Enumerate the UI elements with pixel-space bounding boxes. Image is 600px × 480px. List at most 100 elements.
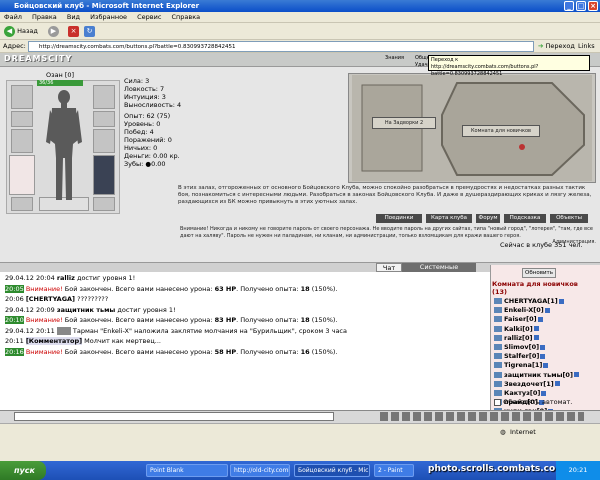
user-item[interactable]: Кактуз[0] — [494, 389, 579, 398]
user-item[interactable]: Kalki[0] — [494, 325, 579, 334]
tab-chat[interactable]: Чат — [376, 263, 402, 272]
user-item[interactable]: защитник тьмы[0] — [494, 371, 579, 380]
chat-author[interactable]: защитник тьмы — [57, 306, 115, 314]
user-name[interactable]: защитник тьмы[0] — [504, 371, 573, 379]
user-name[interactable]: Stalfer[0] — [504, 352, 539, 360]
user-item[interactable]: Faiser[0] — [494, 315, 579, 324]
chat-author[interactable]: [CHERTYAGA] — [26, 295, 75, 303]
private-message-icon[interactable] — [494, 307, 502, 314]
links-button[interactable]: Links — [578, 40, 595, 53]
stop-button[interactable]: × — [68, 25, 79, 38]
start-button[interactable]: пуск — [0, 461, 46, 480]
refresh-button[interactable]: ↻ — [84, 25, 95, 38]
info-icon[interactable] — [573, 372, 579, 378]
info-icon[interactable] — [543, 362, 549, 368]
task-old-city[interactable]: http://old-city.combats — [230, 464, 290, 477]
auto-update-toggle[interactable]: Обновлять автомат. — [494, 398, 572, 406]
character-name[interactable]: Озан [0] — [46, 71, 74, 79]
task-fightclub[interactable]: Бойцовский клуб - Micro... — [294, 464, 370, 477]
boots-slot[interactable] — [93, 197, 115, 211]
user-item[interactable]: Slimov[0] — [494, 343, 579, 352]
forward-button[interactable]: ▶ — [48, 25, 59, 38]
private-message-icon[interactable] — [494, 353, 502, 360]
info-icon[interactable] — [533, 335, 539, 341]
back-button[interactable]: ◀ Назад — [4, 25, 38, 38]
task-paint[interactable]: 2 - Paint — [374, 464, 414, 477]
info-icon[interactable] — [554, 381, 560, 387]
private-message-icon[interactable] — [494, 298, 502, 304]
user-item[interactable]: Звездочет[1] — [494, 380, 579, 389]
auto-update-checkbox[interactable] — [494, 398, 501, 406]
info-icon[interactable] — [537, 316, 543, 322]
ring-slot[interactable] — [93, 111, 115, 127]
nav-map-button[interactable]: Карта клуба — [426, 214, 472, 223]
amulet-slot[interactable] — [11, 111, 33, 127]
earring-slot[interactable] — [93, 85, 115, 109]
user-name[interactable]: Enkeli-X[0] — [504, 306, 544, 314]
map-link-backyard[interactable]: На Задворки 2 — [372, 117, 436, 129]
armor-slot[interactable] — [9, 155, 35, 195]
chat-time[interactable]: 20:05 — [5, 284, 24, 293]
chat-toolbar-icons[interactable] — [380, 412, 584, 421]
private-message-icon[interactable] — [494, 344, 502, 351]
user-item[interactable]: Stalfer[0] — [494, 352, 579, 361]
private-message-icon[interactable] — [494, 316, 502, 323]
map-link-newbie-room[interactable]: Комната для новичков — [462, 125, 540, 137]
address-input[interactable]: http://dreamscity.combats.com/buttons.pl… — [28, 41, 534, 52]
private-message-icon[interactable] — [494, 362, 502, 369]
refresh-users-button[interactable]: Обновить — [522, 268, 556, 278]
tab-system-messages[interactable]: Системные сообщения — [402, 263, 476, 280]
info-icon[interactable] — [533, 326, 539, 332]
user-item[interactable]: Tigrena[1] — [494, 361, 579, 370]
user-name[interactable]: ralliz[0] — [504, 334, 533, 342]
go-button[interactable]: ➔ Переход — [538, 40, 575, 53]
chat-author[interactable]: [Комментатор] — [25, 337, 83, 345]
nav-fights-button[interactable]: Поединки — [376, 214, 422, 223]
menu-help[interactable]: Справка — [172, 13, 201, 21]
private-message-icon[interactable] — [494, 334, 502, 341]
menu-favorites[interactable]: Избранное — [90, 13, 127, 21]
menu-file[interactable]: Файл — [4, 13, 22, 21]
nav-objects-button[interactable]: Объекты — [550, 214, 588, 223]
user-item[interactable]: Enkeli-X[0] — [494, 306, 579, 315]
user-name[interactable]: CHERTYAGA[1] — [504, 297, 558, 305]
menu-edit[interactable]: Правка — [32, 13, 57, 21]
chat-author[interactable]: ralliz — [57, 274, 75, 282]
gloves-slot[interactable] — [93, 129, 115, 153]
chat-time[interactable]: 20:11 — [5, 337, 24, 345]
header-tab-knowledge[interactable]: Знания — [385, 55, 404, 61]
task-point-blank[interactable]: Point Blank — [146, 464, 228, 477]
helmet-slot[interactable] — [11, 85, 33, 109]
user-name[interactable]: Tigrena[1] — [504, 361, 542, 369]
minimize-icon[interactable]: _ — [564, 1, 574, 11]
chat-input[interactable] — [14, 412, 334, 421]
chat-time[interactable]: 20:10 — [5, 316, 24, 324]
menu-tools[interactable]: Сервис — [137, 13, 161, 21]
info-icon[interactable] — [540, 344, 546, 350]
info-icon[interactable] — [541, 390, 547, 396]
private-message-icon[interactable] — [494, 371, 502, 378]
private-message-icon[interactable] — [494, 325, 502, 332]
user-name[interactable]: Faiser[0] — [504, 315, 537, 323]
info-icon[interactable] — [558, 298, 564, 304]
weapon-slot[interactable] — [11, 129, 33, 153]
private-message-icon[interactable] — [494, 380, 502, 387]
user-name[interactable]: Звездочет[1] — [504, 380, 554, 388]
menu-view[interactable]: Вид — [67, 13, 80, 21]
maximize-icon[interactable]: □ — [576, 1, 586, 11]
belt-slot[interactable] — [11, 197, 33, 211]
chat-time[interactable]: 20:16 — [5, 347, 24, 356]
pants-slot[interactable] — [93, 155, 115, 195]
close-icon[interactable]: × — [588, 1, 598, 11]
info-icon[interactable] — [544, 307, 550, 313]
user-name[interactable]: Slimov[0] — [504, 343, 539, 351]
chat-time[interactable]: 20:06 — [5, 295, 24, 303]
user-name[interactable]: Kalki[0] — [504, 325, 533, 333]
user-item[interactable]: ralliz[0] — [494, 334, 579, 343]
chat-time[interactable]: 29.04.12 20:11 — [5, 327, 55, 335]
nav-help-button[interactable]: Подсказка — [504, 214, 546, 223]
user-name[interactable]: Кактуз[0] — [504, 389, 540, 397]
nav-forum-button[interactable]: Форум — [476, 214, 500, 223]
user-item[interactable]: CHERTYAGA[1] — [494, 297, 579, 306]
private-message-icon[interactable] — [494, 390, 502, 397]
